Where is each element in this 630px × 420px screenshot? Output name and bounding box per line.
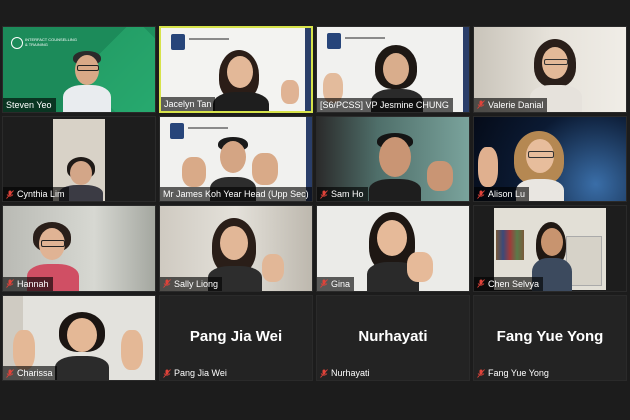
video-tile-valerie-danial[interactable]: Valerie Danial bbox=[473, 26, 627, 113]
peace-sign-hand bbox=[13, 329, 35, 370]
mic-muted-icon bbox=[320, 368, 328, 378]
peace-sign-hand bbox=[121, 329, 143, 370]
participant-name-tag: Alison Lu bbox=[474, 187, 530, 201]
participant-name-tag: Charissa bbox=[3, 366, 57, 380]
participant-video bbox=[369, 132, 421, 202]
video-tile-sam-ho[interactable]: Sam Ho bbox=[316, 115, 470, 202]
video-tile-steven-yeo[interactable]: INTERFACT COUNSELLING & TRAINING Steven … bbox=[2, 26, 156, 113]
participant-name-tag: Chen Selvya bbox=[474, 276, 544, 291]
mic-muted-icon bbox=[320, 189, 328, 199]
video-tile-nurhayati[interactable]: Nurhayati Nurhayati bbox=[316, 294, 470, 381]
mic-muted-icon bbox=[477, 279, 485, 288]
participant-name-tag: Fang Yue Yong bbox=[474, 366, 553, 380]
video-tile-hannah[interactable]: Hannah bbox=[2, 205, 156, 292]
video-tile-charissa[interactable]: Charissa bbox=[2, 294, 156, 381]
mic-muted-icon bbox=[163, 279, 171, 288]
participant-name-tag: Cynthia Lim bbox=[3, 187, 69, 201]
participant-name: Gina bbox=[331, 278, 351, 289]
thumbs-up-hand bbox=[262, 254, 284, 282]
participant-display-name: Fang Yue Yong bbox=[496, 327, 604, 345]
mic-muted-icon bbox=[477, 189, 485, 199]
video-tile-chen-selvya[interactable]: Chen Selvya bbox=[473, 205, 627, 292]
video-gallery: INTERFACT COUNSELLING & TRAINING Steven … bbox=[2, 26, 628, 384]
mic-muted-icon bbox=[6, 189, 14, 199]
participant-name-tag: Sally Liong bbox=[160, 276, 223, 291]
participant-video bbox=[211, 50, 271, 111]
school-logo bbox=[171, 34, 185, 50]
participant-name: Steven Yeo bbox=[6, 99, 52, 110]
participant-name-tag: Nurhayati bbox=[317, 366, 374, 380]
participant-name-tag: Sam Ho bbox=[317, 187, 368, 201]
thumbs-up-hand bbox=[407, 252, 433, 282]
video-tile-sally-liong[interactable]: Sally Liong bbox=[159, 205, 313, 292]
school-banner bbox=[188, 126, 228, 129]
participant-name: Sally Liong bbox=[174, 278, 219, 289]
video-tile-cynthia-lim[interactable]: Cynthia Lim bbox=[2, 115, 156, 202]
participant-video bbox=[53, 311, 111, 381]
participant-name: Jacelyn Tan bbox=[164, 98, 212, 109]
participant-name: Hannah bbox=[17, 278, 49, 289]
brand-logo bbox=[11, 37, 23, 49]
thumbs-up-hand bbox=[182, 156, 206, 187]
participant-name: Valerie Danial bbox=[488, 99, 544, 110]
school-banner bbox=[189, 38, 229, 40]
participant-display-name: Pang Jia Wei bbox=[189, 327, 283, 345]
participant-name: Sam Ho bbox=[331, 189, 364, 199]
mic-muted-icon bbox=[477, 368, 485, 378]
mic-muted-icon bbox=[6, 368, 14, 378]
video-tile-fang-yue-yong[interactable]: Fang Yue Yong Fang Yue Yong bbox=[473, 294, 627, 381]
participant-display-name: Nurhayati bbox=[358, 327, 428, 345]
video-tile-alison-lu[interactable]: Alison Lu bbox=[473, 115, 627, 202]
participant-name-tag: Gina bbox=[317, 276, 355, 291]
participant-name: Chen Selvya bbox=[488, 278, 540, 289]
participant-name-tag: Valerie Danial bbox=[474, 97, 548, 112]
participant-name-tag: [S6/PCSS] VP Jesmine CHUNG bbox=[317, 97, 453, 112]
mic-muted-icon bbox=[320, 279, 328, 288]
video-tile-gina[interactable]: Gina bbox=[316, 205, 470, 292]
participant-name: Pang Jia Wei bbox=[174, 368, 227, 378]
video-tile-pang-jia-wei[interactable]: Pang Jia Wei Pang Jia Wei bbox=[159, 294, 313, 381]
participant-video bbox=[61, 49, 111, 112]
participant-name-tag: Jacelyn Tan bbox=[161, 96, 216, 111]
mic-muted-icon bbox=[6, 279, 14, 288]
mic-muted-icon bbox=[163, 368, 171, 378]
school-logo bbox=[327, 33, 341, 49]
thumbs-up-hand bbox=[478, 146, 498, 187]
participant-name: Mr James Koh Year Head (Upp Sec) bbox=[163, 189, 309, 199]
bookshelf bbox=[496, 230, 524, 260]
school-banner bbox=[345, 37, 385, 39]
video-tile-james-koh[interactable]: Mr James Koh Year Head (Upp Sec) bbox=[159, 115, 313, 202]
brand-text: INTERFACT COUNSELLING & TRAINING bbox=[25, 37, 77, 47]
participant-name-tag: Hannah bbox=[3, 276, 53, 291]
participant-name: Alison Lu bbox=[488, 189, 526, 199]
participant-name-tag: Steven Yeo bbox=[3, 97, 56, 112]
participant-name: Fang Yue Yong bbox=[488, 368, 549, 378]
mic-muted-icon bbox=[477, 100, 485, 109]
video-tile-jesmine-chung[interactable]: [S6/PCSS] VP Jesmine CHUNG bbox=[316, 26, 470, 113]
participant-name-tag: Mr James Koh Year Head (Upp Sec) bbox=[160, 187, 312, 201]
participant-name: Cynthia Lim bbox=[17, 189, 65, 199]
participant-name-tag: Pang Jia Wei bbox=[160, 366, 231, 380]
participant-name: [S6/PCSS] VP Jesmine CHUNG bbox=[320, 99, 449, 110]
video-tile-jacelyn-tan[interactable]: Jacelyn Tan bbox=[159, 26, 313, 113]
school-logo bbox=[170, 122, 184, 139]
participant-name: Nurhayati bbox=[331, 368, 370, 378]
participant-name: Charissa bbox=[17, 368, 53, 378]
thumbs-up-hand bbox=[427, 160, 453, 191]
thumbs-up-hand bbox=[281, 80, 299, 104]
